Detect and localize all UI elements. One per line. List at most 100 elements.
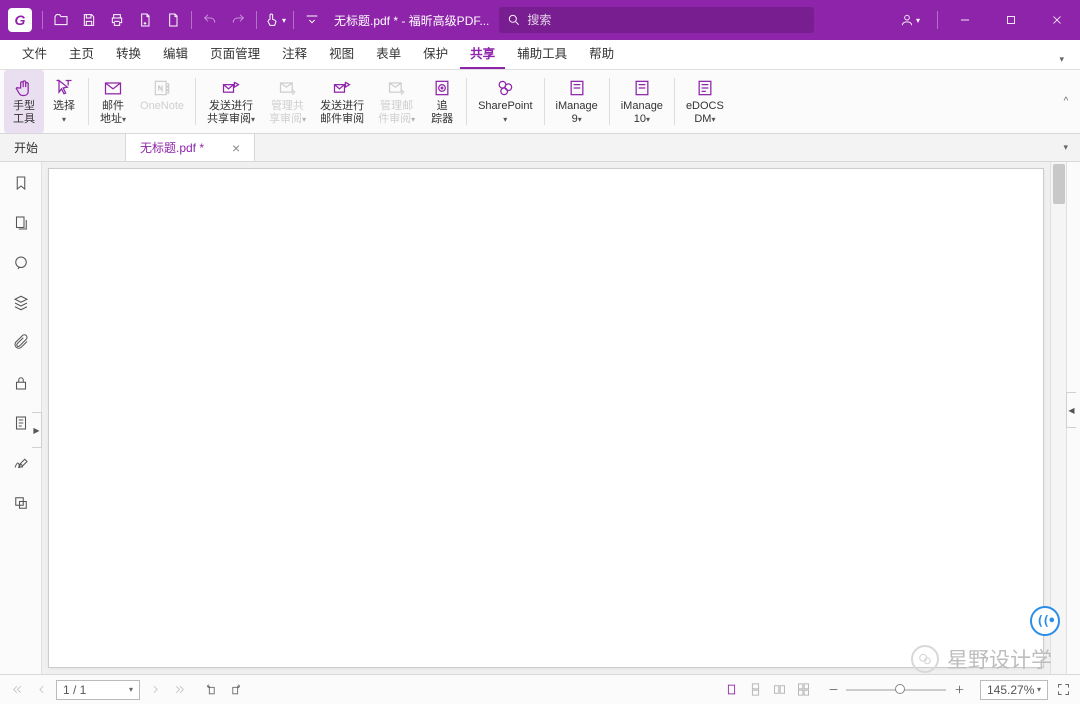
search-icon <box>507 13 521 27</box>
menu-tab-页面管理[interactable]: 页面管理 <box>200 37 270 69</box>
status-bar: 1 / 1▾ 145.27%▾ <box>0 674 1080 704</box>
send-shared-review-button[interactable]: 发送进行共享审阅▾ <box>200 70 262 133</box>
continuous-facing-view-button[interactable] <box>794 681 812 699</box>
pages-icon[interactable] <box>10 212 32 234</box>
select-tool-button[interactable]: 选择▾ <box>44 70 84 133</box>
zoom-value-input[interactable]: 145.27%▾ <box>980 680 1048 700</box>
prev-page-button[interactable] <box>32 681 50 699</box>
divider <box>293 11 294 29</box>
menu-tab-表单[interactable]: 表单 <box>366 37 411 69</box>
ribbon-options-button[interactable]: ▾ <box>1055 50 1068 69</box>
zoom-out-button[interactable] <box>824 681 842 699</box>
menu-tab-注释[interactable]: 注释 <box>272 37 317 69</box>
page-1 <box>48 168 1044 668</box>
touch-mode-icon[interactable]: ▾ <box>261 6 289 34</box>
menu-tab-编辑[interactable]: 编辑 <box>153 37 198 69</box>
menu-tab-转换[interactable]: 转换 <box>106 37 151 69</box>
send-mail-icon <box>331 77 353 99</box>
comments-icon[interactable] <box>10 252 32 274</box>
menu-tab-主页[interactable]: 主页 <box>59 37 104 69</box>
edocs-button[interactable]: eDOCSDM▾ <box>679 70 731 133</box>
window-title: 无标题.pdf * - 福昕高级PDF... <box>334 12 489 29</box>
ribbon-toolbar: 手型工具 选择▾ 邮件地址▾ OneNote 发送进行共享审阅▾ 管理共享审阅▾… <box>0 70 1080 134</box>
new-from-file-icon[interactable] <box>159 6 187 34</box>
manage-email-review-button: 管理邮件审阅▾ <box>371 70 422 133</box>
tab-start[interactable]: 开始 <box>0 134 126 161</box>
email-addresses-button[interactable]: 邮件地址▾ <box>93 70 133 133</box>
zoom-track[interactable] <box>846 689 946 691</box>
document-canvas[interactable] <box>42 162 1050 674</box>
rotate-right-button[interactable] <box>226 681 244 699</box>
nav-expand-button[interactable]: ▶ <box>32 412 42 448</box>
close-button[interactable] <box>1034 0 1080 40</box>
divider <box>937 11 938 29</box>
divider <box>256 11 257 29</box>
menu-tab-帮助[interactable]: 帮助 <box>579 37 624 69</box>
facing-view-button[interactable] <box>770 681 788 699</box>
bookmarks-icon[interactable] <box>10 172 32 194</box>
zoom-in-button[interactable] <box>950 681 968 699</box>
rotate-left-button[interactable] <box>202 681 220 699</box>
tab-document-active[interactable]: 无标题.pdf * × <box>126 133 255 161</box>
fit-page-button[interactable] <box>1054 681 1072 699</box>
zoom-slider[interactable] <box>824 681 968 699</box>
ribbon-collapse-button[interactable]: ^ <box>1056 70 1076 133</box>
tracker-button[interactable]: 追踪器 <box>422 70 462 133</box>
open-icon[interactable] <box>47 6 75 34</box>
print-icon[interactable] <box>103 6 131 34</box>
document-tabs: 开始 无标题.pdf * × ▾ <box>0 134 1080 162</box>
send-share-icon <box>220 77 242 99</box>
articles-icon[interactable] <box>10 412 32 434</box>
first-page-button[interactable] <box>8 681 26 699</box>
search-box[interactable] <box>499 7 814 33</box>
zoom-thumb[interactable] <box>895 684 905 694</box>
maximize-button[interactable] <box>988 0 1034 40</box>
save-icon[interactable] <box>75 6 103 34</box>
right-expand-button[interactable]: ◀ <box>1066 392 1076 428</box>
title-bar: G ▾ 无标题.pdf * - 福昕高级PDF... ▾ <box>0 0 1080 40</box>
last-page-button <box>170 681 188 699</box>
menu-tab-文件[interactable]: 文件 <box>12 37 57 69</box>
menu-tab-辅助工具[interactable]: 辅助工具 <box>507 37 577 69</box>
menu-tab-保护[interactable]: 保护 <box>413 37 458 69</box>
undo-icon[interactable] <box>196 6 224 34</box>
signatures-icon[interactable] <box>10 452 32 474</box>
send-email-review-button[interactable]: 发送进行邮件审阅 <box>313 70 371 133</box>
search-input[interactable] <box>527 13 806 27</box>
page-number-input[interactable]: 1 / 1▾ <box>56 680 140 700</box>
imanage-icon <box>631 77 653 99</box>
imanage9-button[interactable]: iManage9▾ <box>549 70 605 133</box>
qat-customize-icon[interactable] <box>298 6 326 34</box>
manage-mail-icon <box>386 77 408 99</box>
envelope-icon <box>102 77 124 99</box>
right-panel-strip: ◀ <box>1066 162 1080 674</box>
divider <box>42 11 43 29</box>
vertical-scrollbar[interactable] <box>1050 162 1066 674</box>
hand-tool-button[interactable]: 手型工具 <box>4 70 44 133</box>
assistant-bubble-button[interactable]: ((• <box>1030 606 1060 636</box>
new-blank-icon[interactable] <box>131 6 159 34</box>
menu-tab-视图[interactable]: 视图 <box>319 37 364 69</box>
continuous-view-button[interactable] <box>746 681 764 699</box>
tracker-icon <box>431 77 453 99</box>
minimize-button[interactable] <box>942 0 988 40</box>
sharepoint-button[interactable]: SharePoint▾ <box>471 70 539 133</box>
view-area: ◀ <box>42 162 1080 674</box>
layers-icon[interactable] <box>10 292 32 314</box>
account-icon[interactable]: ▾ <box>887 0 933 40</box>
scrollbar-thumb[interactable] <box>1053 164 1065 204</box>
sharepoint-icon <box>494 77 516 99</box>
next-page-button[interactable] <box>146 681 164 699</box>
imanage-icon <box>566 77 588 99</box>
menu-tab-共享[interactable]: 共享 <box>460 37 505 69</box>
redo-icon[interactable] <box>224 6 252 34</box>
hand-icon <box>13 77 35 99</box>
security-icon[interactable] <box>10 372 32 394</box>
onenote-button: OneNote <box>133 70 191 133</box>
destinations-icon[interactable] <box>10 492 32 514</box>
close-tab-icon[interactable]: × <box>232 140 240 156</box>
attachments-icon[interactable] <box>10 332 32 354</box>
imanage10-button[interactable]: iManage10▾ <box>614 70 670 133</box>
tabs-dropdown-button[interactable]: ▾ <box>1051 134 1080 161</box>
single-page-view-button[interactable] <box>722 681 740 699</box>
